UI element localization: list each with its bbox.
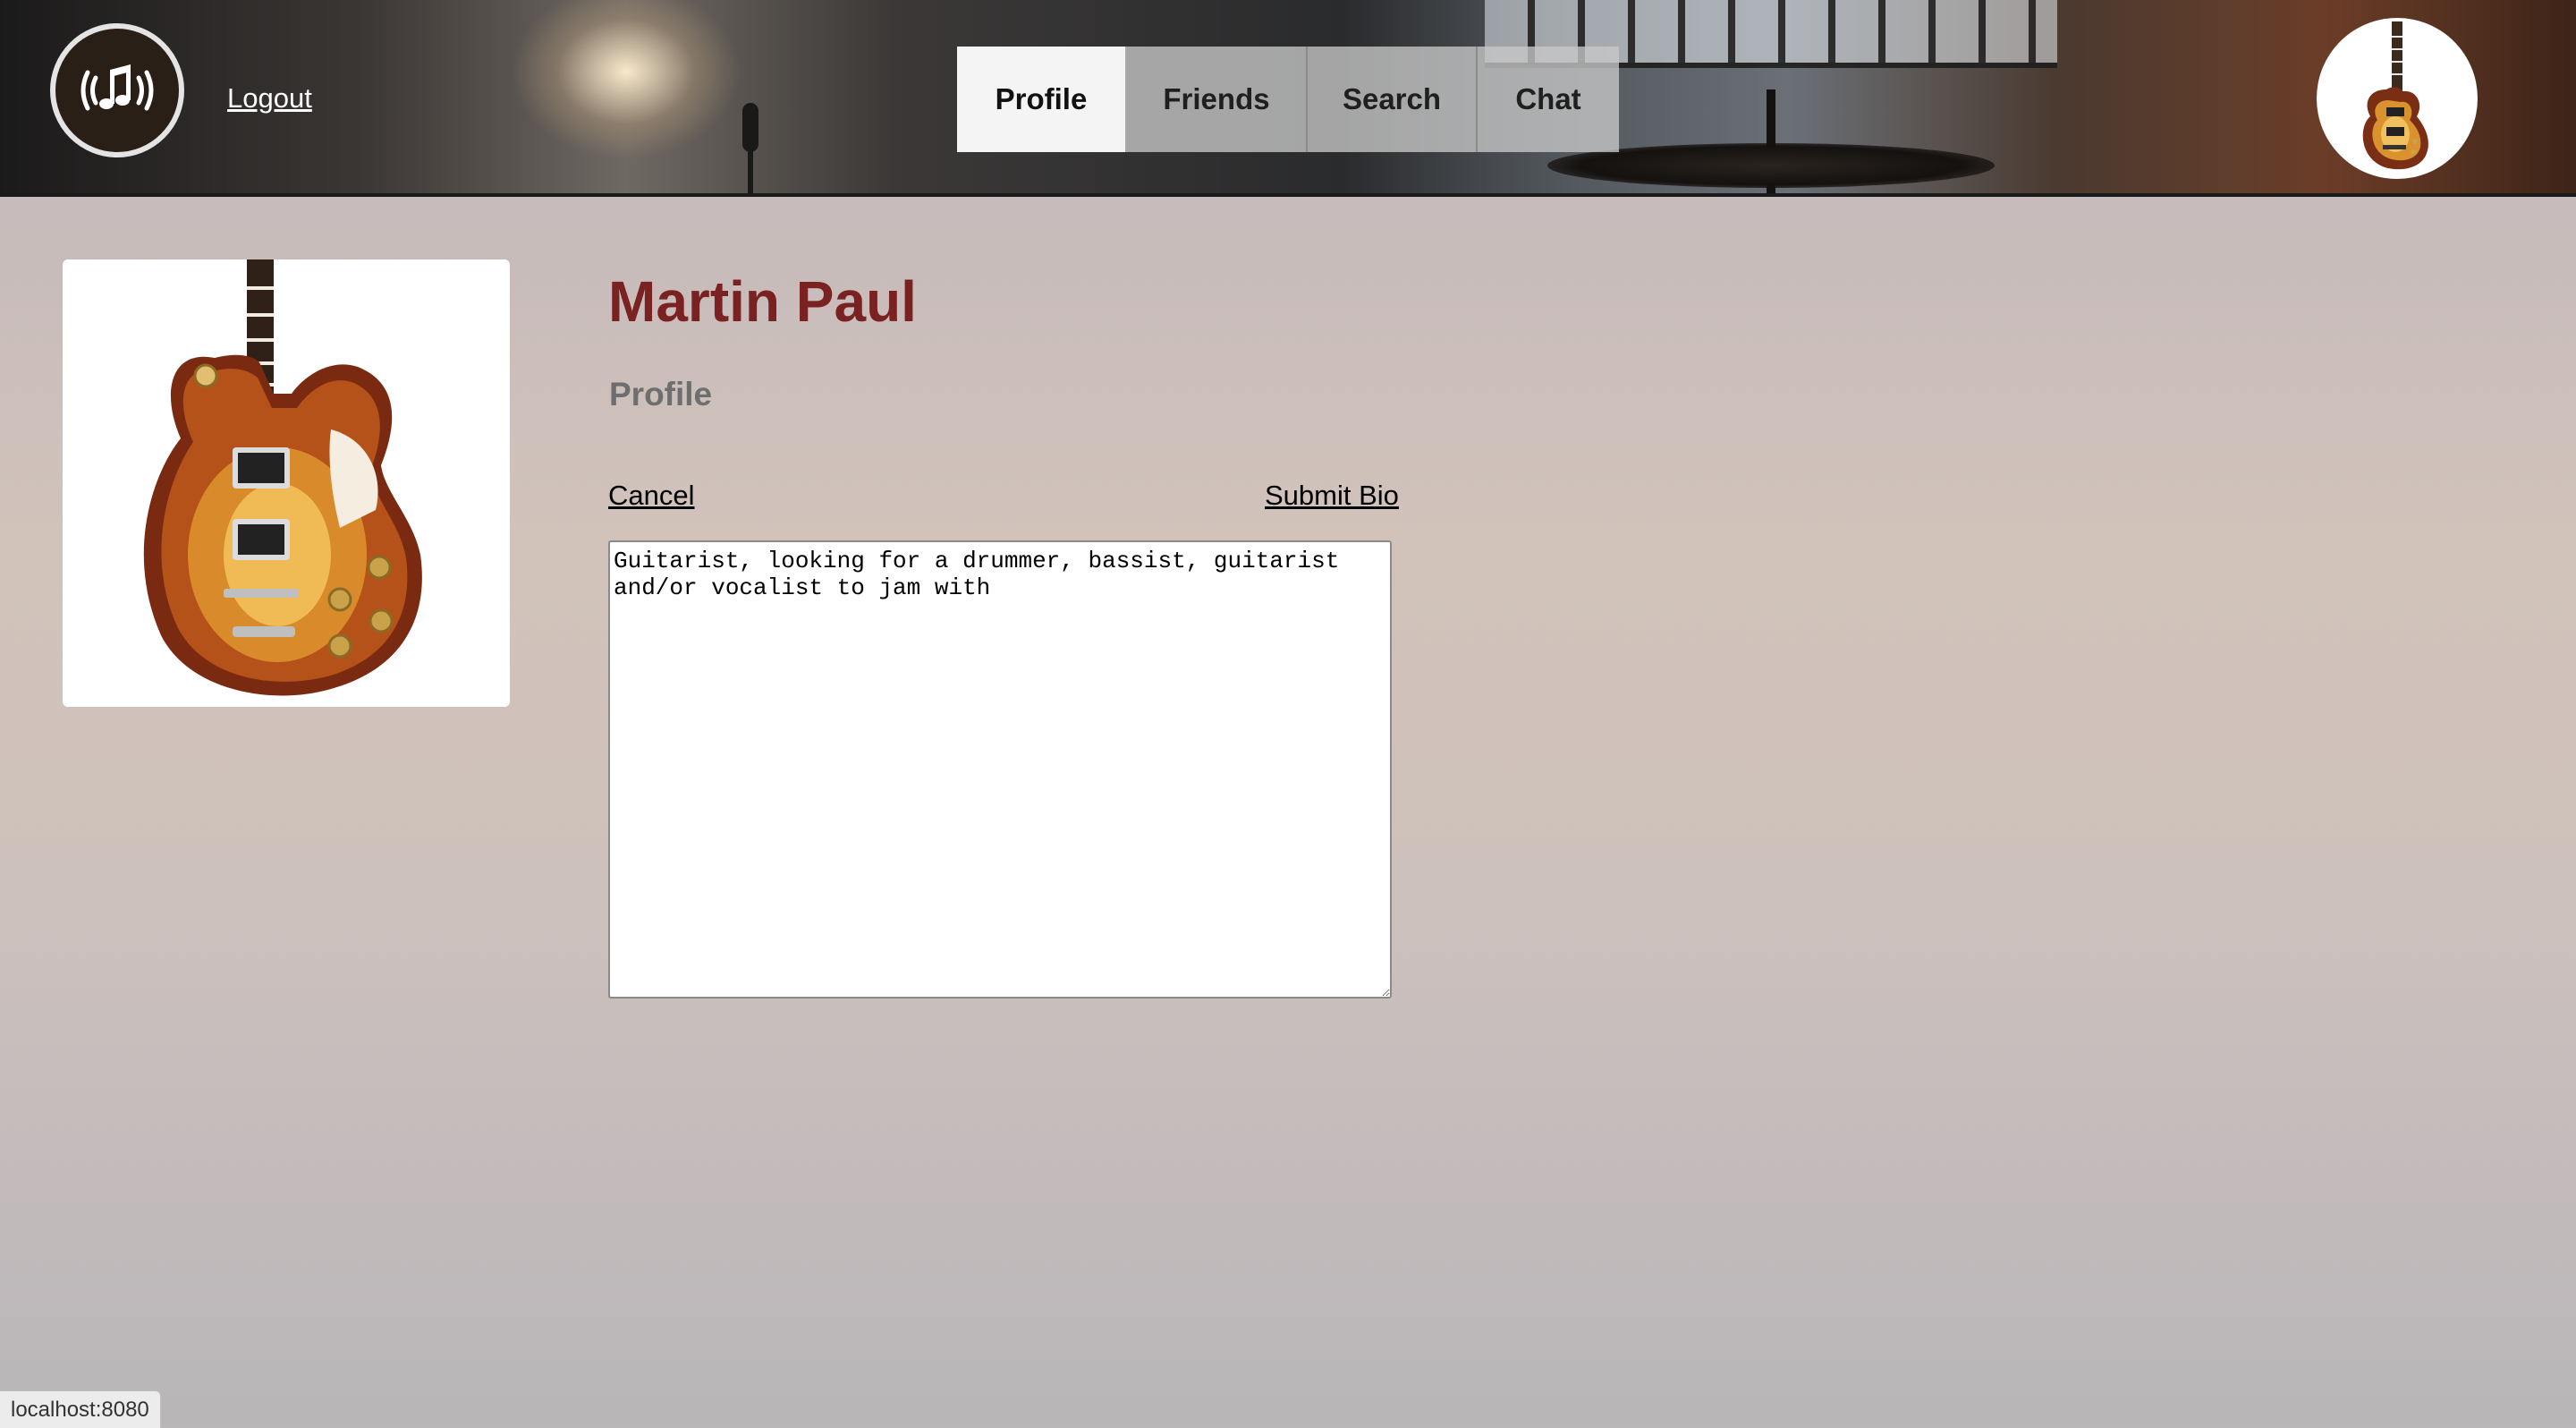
user-avatar[interactable]: [2317, 18, 2478, 179]
tab-chat[interactable]: Chat: [1478, 47, 1619, 152]
logout-link[interactable]: Logout: [227, 82, 312, 115]
profile-photo: [63, 259, 510, 707]
status-url: localhost:8080: [11, 1398, 149, 1422]
tab-friends[interactable]: Friends: [1127, 47, 1308, 152]
guitar-icon: [2362, 21, 2428, 170]
profile-name: Martin Paul: [608, 269, 917, 334]
bio-textarea[interactable]: Guitarist, looking for a drummer, bassis…: [608, 540, 1392, 999]
app-logo[interactable]: [50, 23, 184, 157]
submit-bio-button[interactable]: Submit Bio: [1265, 480, 1399, 512]
background-microphone: [742, 103, 758, 152]
site-header: Logout Profile Friends Search Chat: [0, 0, 2576, 197]
background-microphone-stand: [748, 148, 753, 193]
tab-search[interactable]: Search: [1308, 47, 1478, 152]
section-title: Profile: [609, 376, 713, 412]
music-note-broadcast-icon: [80, 64, 154, 111]
tab-profile[interactable]: Profile: [957, 47, 1127, 152]
main-nav: Profile Friends Search Chat: [957, 47, 1619, 152]
cancel-button[interactable]: Cancel: [608, 480, 695, 512]
electric-guitar-image: [143, 259, 422, 696]
browser-status-bar: localhost:8080: [0, 1390, 161, 1428]
